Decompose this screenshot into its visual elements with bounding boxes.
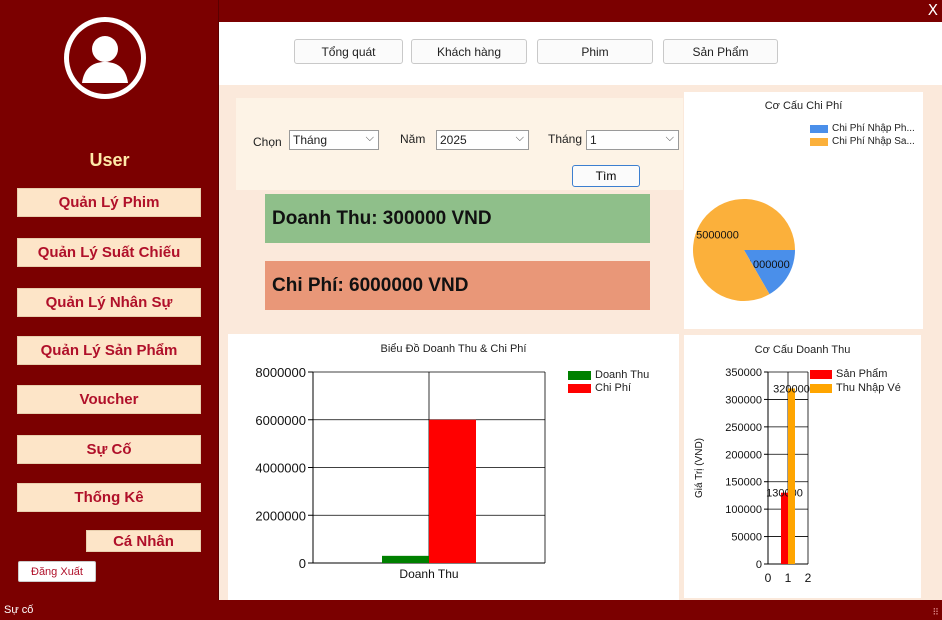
bar-data-label: 320000 (773, 383, 810, 395)
y-tick-label: 4000000 (255, 461, 306, 476)
nav-voucher[interactable]: Voucher (17, 385, 201, 414)
logout-button[interactable]: Đăng Xuất (18, 561, 96, 582)
y-tick-label: 8000000 (255, 365, 306, 380)
y-tick-label: 2000000 (255, 508, 306, 523)
tab-khach-hang[interactable]: Khách hàng (411, 39, 527, 64)
close-button[interactable]: X (928, 1, 938, 19)
chevron-down-icon: ⌵ (665, 132, 674, 144)
tab-bar: Tổng quát Khách hàng Phim Sản Phẩm (219, 22, 942, 85)
y-tick-label: 50000 (731, 532, 762, 544)
user-icon (69, 22, 141, 94)
x-tick-label: Doanh Thu (399, 567, 458, 581)
tab-tong-quat[interactable]: Tổng quát (294, 39, 403, 64)
chon-select[interactable]: Tháng ⌵ (289, 130, 379, 150)
cost-card: Chi Phí: 6000000 VND (265, 261, 650, 310)
nav-ca-nhan[interactable]: Cá Nhân (86, 530, 201, 552)
revenue-structure-plot: 0 50000 100000 150000 200000 250000 300000 3500… (694, 367, 812, 585)
thang-value: 1 (590, 133, 597, 147)
revenue-cost-chart: Biểu Đồ Doanh Thu & Chi Phí Doanh Thu Ch… (228, 334, 679, 600)
pie-data-label: 5000000 (696, 230, 739, 242)
x-tick-label: 0 (765, 571, 772, 585)
cost-structure-chart: Cơ Cấu Chi Phí Chi Phí Nhập Ph... Chi Ph… (684, 92, 923, 329)
y-tick-label: 150000 (725, 477, 762, 489)
nam-value: 2025 (440, 133, 467, 147)
y-tick-label: 250000 (725, 422, 762, 434)
username-label: User (89, 150, 130, 170)
chon-label: Chọn (253, 135, 282, 149)
thang-select[interactable]: 1 ⌵ (586, 130, 679, 150)
y-tick-label: 6000000 (255, 413, 306, 428)
nav-quan-ly-san-pham[interactable]: Quản Lý Sản Phẩm (17, 336, 201, 365)
x-tick-label: 1 (785, 571, 792, 585)
nav-quan-ly-phim[interactable]: Quản Lý Phim (17, 188, 201, 217)
nam-label: Năm (400, 132, 426, 146)
bar-data-label: 130000 (766, 488, 803, 500)
chevron-down-icon: ⌵ (365, 132, 374, 144)
y-tick-label: 100000 (725, 504, 762, 516)
bar (429, 419, 476, 563)
sidebar: User Quản Lý Phim Quản Lý Suất Chiếu Quả… (0, 0, 219, 600)
x-tick-label: 2 (805, 571, 812, 585)
y-tick-label: 0 (756, 559, 762, 571)
chevron-down-icon: ⌵ (515, 132, 524, 144)
nav-quan-ly-suat-chieu[interactable]: Quản Lý Suất Chiếu (17, 238, 201, 267)
main-content: Tổng quát Khách hàng Phim Sản Phẩm Chọn … (219, 22, 942, 600)
tab-san-pham[interactable]: Sản Phẩm (663, 39, 778, 64)
revenue-structure-chart: Cơ Cấu Doanh Thu Sản Phẩm Thu Nhập Vé 05… (684, 335, 921, 598)
pie-plot: 10000005000000 (693, 199, 795, 301)
bar (382, 555, 429, 563)
find-button[interactable]: Tìm (572, 165, 640, 187)
chon-value: Tháng (293, 133, 328, 147)
resize-grip-icon[interactable]: ⠿ (932, 607, 939, 618)
tab-phim[interactable]: Phim (537, 39, 653, 64)
nav-su-co[interactable]: Sự Cố (17, 435, 201, 464)
y-tick-label: 350000 (725, 367, 762, 379)
status-text: Sự cố (4, 604, 34, 616)
nam-select[interactable]: 2025 ⌵ (436, 130, 529, 150)
status-bar: Sự cố ⠿ (0, 600, 942, 620)
bar (788, 388, 795, 564)
revenue-card: Doanh Thu: 300000 VND (265, 194, 650, 243)
nav-quan-ly-nhan-su[interactable]: Quản Lý Nhân Sự (17, 288, 201, 317)
y-axis-label: Giá Trị (VND) (694, 438, 705, 498)
y-tick-label: 200000 (725, 449, 762, 461)
bar-plot: 0 2000000 4000000 6000000 8000000 Doanh Thu (255, 365, 546, 581)
bar (781, 492, 788, 564)
y-tick-label: 0 (299, 556, 306, 571)
thang-label: Tháng (548, 132, 583, 146)
avatar (64, 17, 146, 99)
nav-thong-ke[interactable]: Thống Kê (17, 483, 201, 512)
y-tick-label: 300000 (725, 394, 762, 406)
